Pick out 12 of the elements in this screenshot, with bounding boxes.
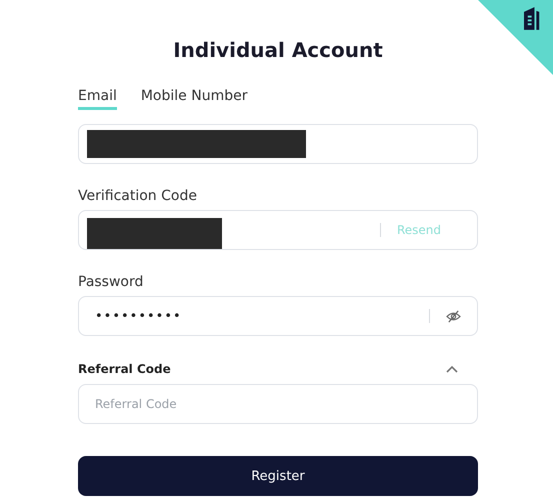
tab[interactable]: Email xyxy=(78,88,117,110)
form-title: Individual Account xyxy=(172,38,384,62)
input-field[interactable]: •••••••••• xyxy=(78,296,478,336)
field-label: Referral Code xyxy=(78,362,171,376)
eye-slash-icon[interactable] xyxy=(446,310,461,322)
field-label: Password xyxy=(78,274,144,290)
register-button[interactable]: Register xyxy=(78,456,478,496)
tab[interactable]: Mobile Number xyxy=(140,88,248,110)
field-label: Verification Code xyxy=(78,188,198,204)
chevron-up-icon[interactable] xyxy=(446,365,458,373)
input-field[interactable] xyxy=(78,124,478,164)
input-field[interactable]: Referral Code xyxy=(78,384,478,424)
